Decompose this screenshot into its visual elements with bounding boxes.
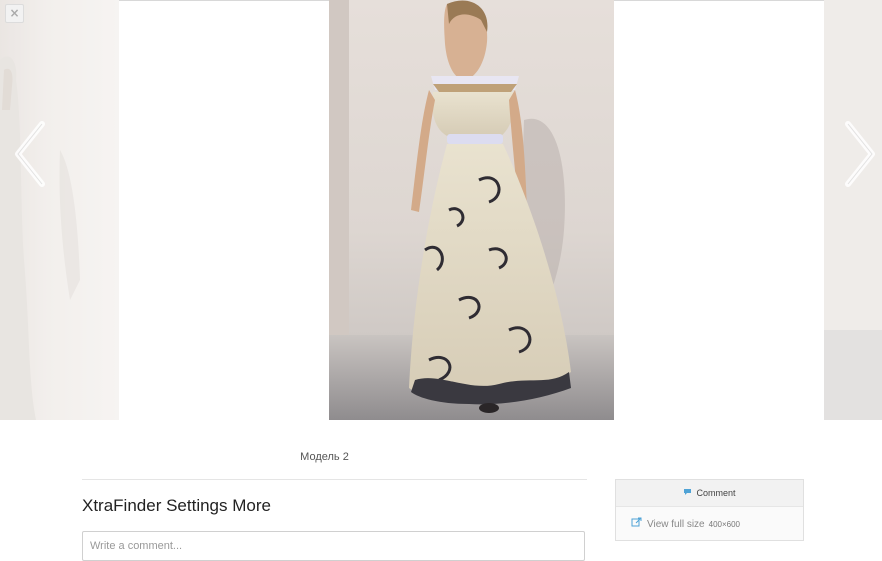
speech-bubble-icon xyxy=(683,488,692,498)
photo-caption: Модель 2 xyxy=(300,451,349,463)
previous-photo-button[interactable] xyxy=(10,120,50,190)
section-divider xyxy=(82,479,587,480)
view-full-size-link[interactable]: View full size 400×600 xyxy=(616,507,803,531)
next-photo-button[interactable] xyxy=(840,120,880,190)
main-photo xyxy=(329,0,614,420)
comment-button-label: Comment xyxy=(696,488,736,498)
view-full-size-label: View full size xyxy=(647,518,705,530)
album-title: XtraFinder Settings More xyxy=(82,496,271,515)
external-link-icon xyxy=(631,517,642,531)
comment-button[interactable]: Comment xyxy=(616,480,803,507)
photo-stage: × xyxy=(0,0,882,420)
chevron-right-icon xyxy=(845,121,875,187)
preview-fade-overlay xyxy=(824,0,882,420)
preview-fade-overlay xyxy=(0,0,119,420)
image-dimensions: 400×600 xyxy=(708,519,740,529)
runway-model-photo xyxy=(329,0,614,420)
close-button[interactable]: × xyxy=(5,4,24,23)
next-photo-preview[interactable] xyxy=(824,0,882,420)
chevron-left-icon xyxy=(15,121,45,187)
previous-photo-preview[interactable] xyxy=(0,0,119,420)
close-icon: × xyxy=(9,6,20,20)
photo-actions-panel: Comment View full size 400×600 xyxy=(615,479,804,541)
